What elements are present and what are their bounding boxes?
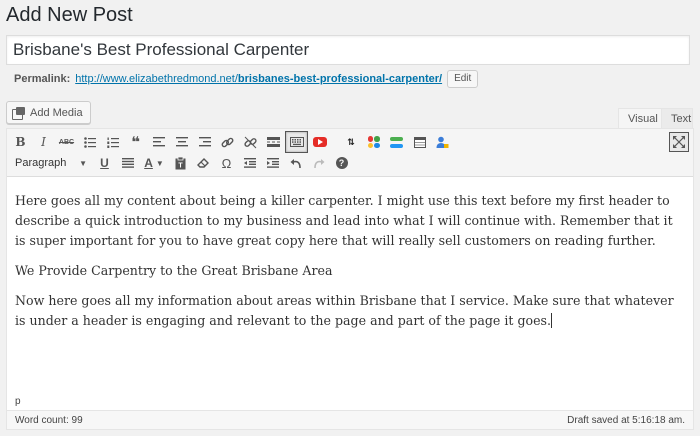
permalink-label: Permalink: [14,73,71,85]
justify-icon [121,158,134,168]
content-paragraph: Now here goes all my information about a… [15,291,680,331]
undo-icon [290,158,301,168]
remove-link-button[interactable] [239,131,262,153]
help-icon: ? [335,157,348,169]
youtube-icon [312,137,327,147]
post-title-input[interactable] [6,35,690,65]
download-button[interactable]: ⇅ [339,131,362,153]
align-left-button[interactable] [147,131,170,153]
align-center-button[interactable] [170,131,193,153]
italic-icon: I [41,135,46,149]
add-media-button[interactable]: Add Media [6,101,91,124]
element-path[interactable]: p [7,394,693,410]
special-character-button[interactable]: Ω [215,152,238,174]
outdent-button[interactable] [238,152,261,174]
paste-as-text-button[interactable]: T [169,152,192,174]
tab-text[interactable]: Text [661,108,693,129]
toolbar-row-2: Paragraph ▼ U A ▼ T Ω ? [9,152,353,174]
clipboard-icon: T [175,156,186,169]
align-right-icon [198,137,211,147]
indent-icon [266,158,279,168]
help-button[interactable]: ? [330,152,353,174]
word-count: Word count: 99 [15,414,83,426]
user-lock-button[interactable] [431,131,454,153]
format-select[interactable]: Paragraph ▼ [9,154,91,172]
align-left-icon [152,137,165,147]
text-cursor [551,313,553,328]
permalink-row: Permalink: http://www.elizabethredmond.n… [14,69,479,89]
eraser-icon [197,158,209,168]
add-media-label: Add Media [30,106,83,119]
strikethrough-button[interactable]: ABC [55,131,78,153]
user-lock-icon [436,136,449,148]
content-paragraph: We Provide Carpentry to the Great Brisba… [15,263,333,278]
color-bars-button[interactable] [385,131,408,153]
justify-button[interactable] [116,152,139,174]
content-paragraph: Here goes all my content about being a k… [15,193,673,248]
permalink-slug: brisbanes-best-professional-carpenter/ [237,73,443,85]
color-grid-icon [367,136,380,148]
align-center-icon [175,137,188,147]
media-icon [12,106,26,120]
fullscreen-icon [673,136,685,148]
blockquote-icon: ❝ [131,134,140,151]
help-glyph: ? [338,158,345,168]
strikethrough-icon: ABC [58,138,75,146]
post-editor: B I ABC ❝ ⇅ Paragraph ▼ U A ▼ T Ω ? Here… [6,128,694,430]
underline-icon: U [100,156,109,170]
bold-icon: B [15,135,26,149]
chevron-down-icon: ▼ [155,158,164,168]
undo-button[interactable] [284,152,307,174]
clear-formatting-button[interactable] [192,152,215,174]
bulleted-list-button[interactable] [78,131,101,153]
content-paragraph-text: Now here goes all my information about a… [15,293,674,328]
insert-link-button[interactable] [216,131,239,153]
unlink-icon [244,136,257,148]
keyboard-icon [289,137,304,147]
redo-button[interactable] [307,152,330,174]
youtube-button[interactable] [308,131,331,153]
text-color-button[interactable]: A ▼ [139,152,169,174]
indent-button[interactable] [261,152,284,174]
color-bars-icon [390,136,403,148]
editor-toolbar: B I ABC ❝ ⇅ Paragraph ▼ U A ▼ T Ω ? [7,129,693,177]
bulleted-list-icon [83,136,96,148]
outdent-icon [243,158,256,168]
read-more-icon [267,137,280,147]
permalink-edit-button[interactable]: Edit [447,70,479,88]
tablepress-button[interactable] [408,131,431,153]
read-more-button[interactable] [262,131,285,153]
omega-icon: Ω [221,155,232,171]
text-color-icon: A [144,156,153,170]
toolbar-row-1: B I ABC ❝ ⇅ [9,131,454,153]
link-icon [221,137,234,147]
numbered-list-button[interactable] [101,131,124,153]
toolbar-toggle-button[interactable] [285,131,308,153]
download-icon: ⇅ [347,136,354,147]
status-bar: Word count: 99 Draft saved at 5:16:18 am… [7,410,693,429]
table-icon [413,136,426,148]
italic-button[interactable]: I [32,131,55,153]
permalink-link[interactable]: http://www.elizabethredmond.net/brisbane… [75,73,442,85]
editor-content[interactable]: Here goes all my content about being a k… [15,191,680,341]
chevron-down-icon: ▼ [79,158,87,168]
color-grid-button[interactable] [362,131,385,153]
underline-button[interactable]: U [93,152,116,174]
numbered-list-icon [106,137,119,148]
blockquote-button[interactable]: ❝ [124,131,147,153]
align-right-button[interactable] [193,131,216,153]
format-select-value: Paragraph [15,157,67,169]
autosave-status: Draft saved at 5:16:18 am. [567,414,685,426]
permalink-base-url: http://www.elizabethredmond.net/ [75,73,238,85]
fullscreen-button[interactable] [669,132,689,152]
bold-button[interactable]: B [9,131,32,153]
redo-icon [313,158,324,168]
svg-text:T: T [178,162,183,169]
page-title: Add New Post [6,4,133,26]
